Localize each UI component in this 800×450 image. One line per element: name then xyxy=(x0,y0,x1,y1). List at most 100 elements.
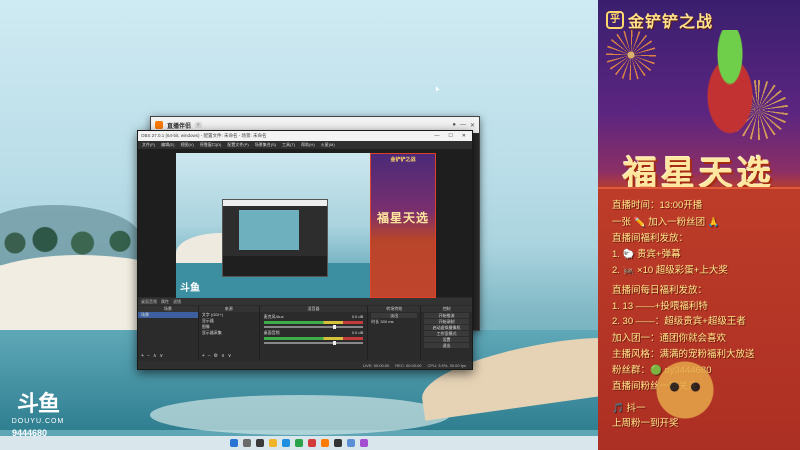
rec-status: REC: 00:00:00 xyxy=(395,362,422,368)
windows-start-icon[interactable] xyxy=(230,439,238,447)
douyu-logo-word: DOUYU.COM xyxy=(11,418,65,425)
duration-input[interactable]: 300 ms xyxy=(380,319,393,324)
sources-dock: 来源 文字 (GDI+) 显示器 图像 显示器采集 +−⚙∧∨ xyxy=(198,306,259,360)
firework-decoration xyxy=(606,30,656,80)
menu-view[interactable]: 视图(V) xyxy=(180,142,193,148)
source-item[interactable]: 显示器采集 xyxy=(199,330,259,336)
menu-edit[interactable]: 编辑(E) xyxy=(161,142,174,148)
overlay-line: 1. 13 ——+投喂福利特 xyxy=(612,301,708,312)
close-icon[interactable]: ✕ xyxy=(470,122,475,129)
menu-help[interactable]: 帮助(H) xyxy=(301,142,315,148)
wechat-icon[interactable] xyxy=(295,439,303,447)
minimize-icon[interactable]: — xyxy=(431,133,442,139)
duration-label: 时长 xyxy=(371,319,380,324)
preview-overlay-title: 金铲铲之战 xyxy=(390,157,416,163)
menu-scene-collection[interactable]: 场景集合(S) xyxy=(255,142,276,148)
scene-item[interactable]: 场景 xyxy=(138,312,198,318)
start-streaming-button[interactable]: 开始推流 xyxy=(424,313,469,318)
filters-button[interactable]: 滤镜 xyxy=(173,299,181,305)
minimize-icon[interactable]: — xyxy=(460,122,466,128)
search-icon[interactable] xyxy=(243,439,251,447)
overlay-line: 2. 30 ——：超级贵宾+超级王者 xyxy=(612,316,746,327)
overlay-line: 直播时间：13:00开播 xyxy=(612,200,703,211)
app-icon[interactable] xyxy=(347,439,355,447)
overlay-line: 上周粉一到开奖 xyxy=(612,418,679,429)
volume-meter xyxy=(263,321,364,324)
mixer-channel-db: 0.0 dB xyxy=(351,314,364,319)
transitions-dock: 转场特效 淡出 时长 300 ms xyxy=(368,306,421,360)
wallpaper-sandbar xyxy=(150,395,450,435)
edge-browser-icon[interactable] xyxy=(282,439,290,447)
menu-file[interactable]: 文件(F) xyxy=(142,142,155,148)
menu-docks[interactable]: 停靠窗口(D) xyxy=(200,142,222,148)
douyu-logo-mark: 斗鱼 xyxy=(16,391,60,416)
transition-select[interactable]: 淡出 xyxy=(371,313,418,318)
properties-button[interactable]: 属性 xyxy=(161,299,169,305)
mixer-channel-db: 0.0 dB xyxy=(351,330,364,335)
overlay-line: 一张 ✏️ 加入一粉丝团 🙏 xyxy=(612,217,720,228)
settings-button[interactable]: 设置 xyxy=(424,337,469,342)
obs-preview-area[interactable]: 斗鱼 金铲铲之战 福星天选 xyxy=(138,149,472,298)
menu-tools[interactable]: 工具(T) xyxy=(282,142,295,148)
obs-title: OBS 27.0.1 (64-bit, windows) - 配置文件: 未命名… xyxy=(141,133,267,138)
obs-app-icon[interactable] xyxy=(334,439,342,447)
obs-statusbar: LIVE: 00:00:00 REC: 00:00:00 CPU: 3.5%, … xyxy=(138,361,472,369)
scenes-dock: 场景 场景 +−∧∨ xyxy=(138,306,198,360)
transitions-dock-title: 转场特效 xyxy=(368,306,421,312)
obs-window[interactable]: OBS 27.0.1 (64-bit, windows) - 配置文件: 未命名… xyxy=(137,130,473,370)
overlay-line: 加入团一：通团你就会喜欢 xyxy=(612,333,727,344)
preview-overlay-source[interactable]: 金铲铲之战 福星天选 xyxy=(370,153,436,298)
avatar[interactable]: ● xyxy=(452,122,456,128)
obs-docks: 场景 场景 +−∧∨ 来源 文字 (GDI+) 显示器 图像 显示器采集 +−⚙… xyxy=(138,306,472,360)
volume-meter xyxy=(263,337,364,340)
mascot-artwork xyxy=(650,360,720,420)
virtual-camera-button[interactable]: 启动虚拟摄像机 xyxy=(424,325,469,330)
maximize-icon[interactable]: ☐ xyxy=(445,133,455,139)
overlay-line: 直播间福利发放： xyxy=(612,233,689,244)
mixer-dock: 混音器 麦克风/Aux 0.0 dB 桌面音频 0.0 dB xyxy=(259,306,368,360)
source-add-remove-buttons[interactable]: +−⚙∧∨ xyxy=(202,353,235,359)
volume-slider[interactable] xyxy=(263,341,364,345)
overlay-badge-icon: 乎 xyxy=(606,11,624,29)
volume-slider[interactable] xyxy=(263,325,364,329)
app-icon[interactable] xyxy=(308,439,316,447)
start-recording-button[interactable]: 开始录制 xyxy=(424,319,469,324)
obs-menubar: 文件(F) 编辑(E) 视图(V) 停靠窗口(D) 配置文件(P) 场景集合(S… xyxy=(138,141,472,149)
obs-titlebar[interactable]: OBS 27.0.1 (64-bit, windows) - 配置文件: 未命名… xyxy=(138,131,472,141)
companion-app-icon[interactable] xyxy=(321,439,329,447)
app-icon[interactable] xyxy=(360,439,368,447)
preview-douyu-logo: 斗鱼 xyxy=(180,283,200,294)
overlay-line: 主播风格：满满的宠粉福利大放送 xyxy=(612,349,755,360)
scene-add-remove-buttons[interactable]: +−∧∨ xyxy=(141,353,166,359)
overlay-line: 2. 🦗 ×10 超级彩蛋+上大奖 xyxy=(612,265,728,276)
studio-mode-button[interactable]: 工作室模式 xyxy=(424,331,469,336)
overlay-line: 直播间每日福利发放： xyxy=(612,285,708,296)
wallpaper-trees xyxy=(0,222,150,257)
live-status: LIVE: 00:00:00 xyxy=(362,362,390,368)
source-toolbar: 桌面音频 属性 滤镜 xyxy=(138,298,472,305)
overlay-header: 乎 金铲铲之战 xyxy=(606,8,713,32)
overlay-line: 🎵 抖一 xyxy=(612,403,646,414)
menu-profile[interactable]: 配置文件(P) xyxy=(227,142,248,148)
close-icon[interactable]: ✕ xyxy=(459,133,469,139)
taskbar xyxy=(0,436,598,450)
menu-mars[interactable]: 火星(M) xyxy=(321,142,335,148)
exit-button[interactable]: 退出 xyxy=(424,343,469,348)
mixer-channel-name: 桌面音频 xyxy=(263,330,280,335)
nested-obs-window xyxy=(222,199,328,277)
mixer-channel-mic: 麦克风/Aux 0.0 dB xyxy=(263,314,364,329)
cpu-status: CPU: 3.5%, 30.00 fps xyxy=(427,362,466,368)
controls-dock-title: 控制 xyxy=(421,306,472,312)
companion-version: v xyxy=(195,122,202,128)
file-explorer-icon[interactable] xyxy=(269,439,277,447)
champion-artwork xyxy=(690,30,770,150)
controls-dock: 控制 开始推流 开始录制 启动虚拟摄像机 工作室模式 设置 退出 xyxy=(421,306,472,360)
preview-overlay-banner: 福星天选 xyxy=(376,211,429,225)
mixer-channel-desktop: 桌面音频 0.0 dB xyxy=(263,330,364,345)
task-view-icon[interactable] xyxy=(256,439,264,447)
overlay-game-title: 金铲铲之战 xyxy=(628,14,714,31)
companion-app-name: 直播伴侣 xyxy=(167,123,192,130)
mixer-dock-title: 混音器 xyxy=(259,306,368,312)
mixer-channel-name: 麦克风/Aux xyxy=(263,314,284,319)
douyu-logo: 斗鱼 DOUYU.COM xyxy=(8,386,68,425)
